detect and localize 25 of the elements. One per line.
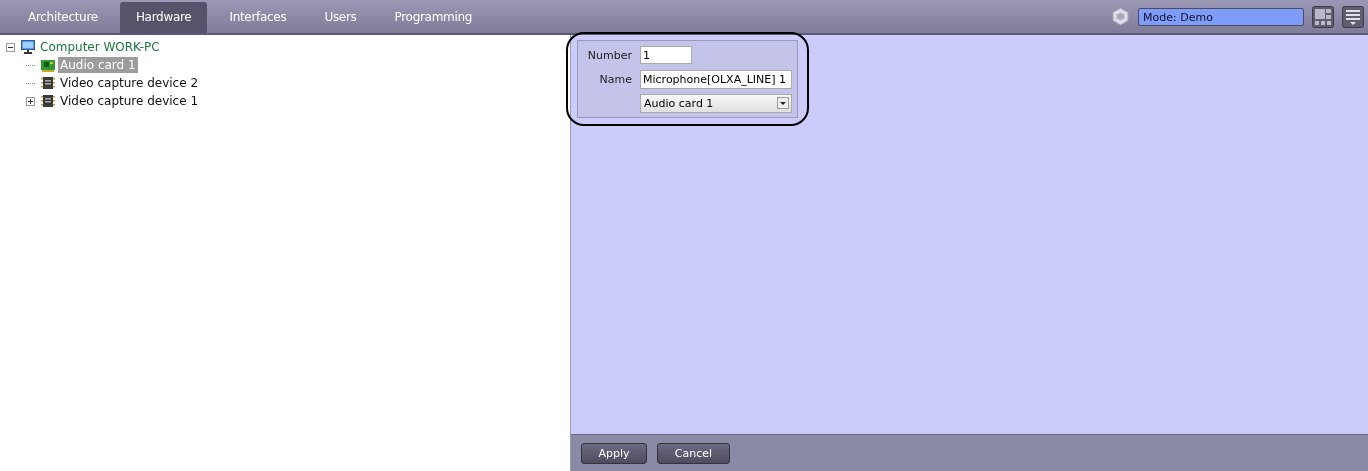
monitor-icon: [20, 39, 36, 55]
tree-item[interactable]: Video capture device 1: [58, 93, 201, 109]
collapse-icon[interactable]: [6, 42, 15, 52]
hexagon-icon[interactable]: [1111, 7, 1130, 26]
tab[interactable]: Hardware: [119, 2, 208, 33]
tab[interactable]: Architecture: [12, 2, 114, 33]
number-label: Number: [586, 48, 632, 62]
tab[interactable]: Users: [308, 2, 373, 33]
menu-icon[interactable]: [1342, 5, 1364, 28]
layout-grid-icon[interactable]: [1312, 5, 1334, 28]
tree-item[interactable]: Video capture device 2: [58, 75, 201, 91]
device-dropdown[interactable]: Audio card 1: [640, 93, 792, 113]
name-field[interactable]: Microphone[OLXA_LINE] 1: [640, 69, 792, 89]
action-button[interactable]: Cancel: [657, 442, 730, 464]
expand-icon[interactable]: [26, 96, 35, 106]
chip-icon: [40, 75, 56, 91]
tab[interactable]: Interfaces: [213, 2, 303, 33]
mode-field[interactable]: Mode: Demo: [1138, 7, 1304, 26]
circuit-board-icon: [40, 57, 56, 73]
number-field[interactable]: 1: [640, 46, 692, 64]
tree-item[interactable]: Computer WORK-PC: [38, 39, 162, 55]
name-label: Name: [598, 72, 632, 86]
action-button[interactable]: Apply: [581, 442, 647, 464]
chip-icon: [40, 93, 56, 109]
caret-icon[interactable]: [777, 97, 789, 109]
